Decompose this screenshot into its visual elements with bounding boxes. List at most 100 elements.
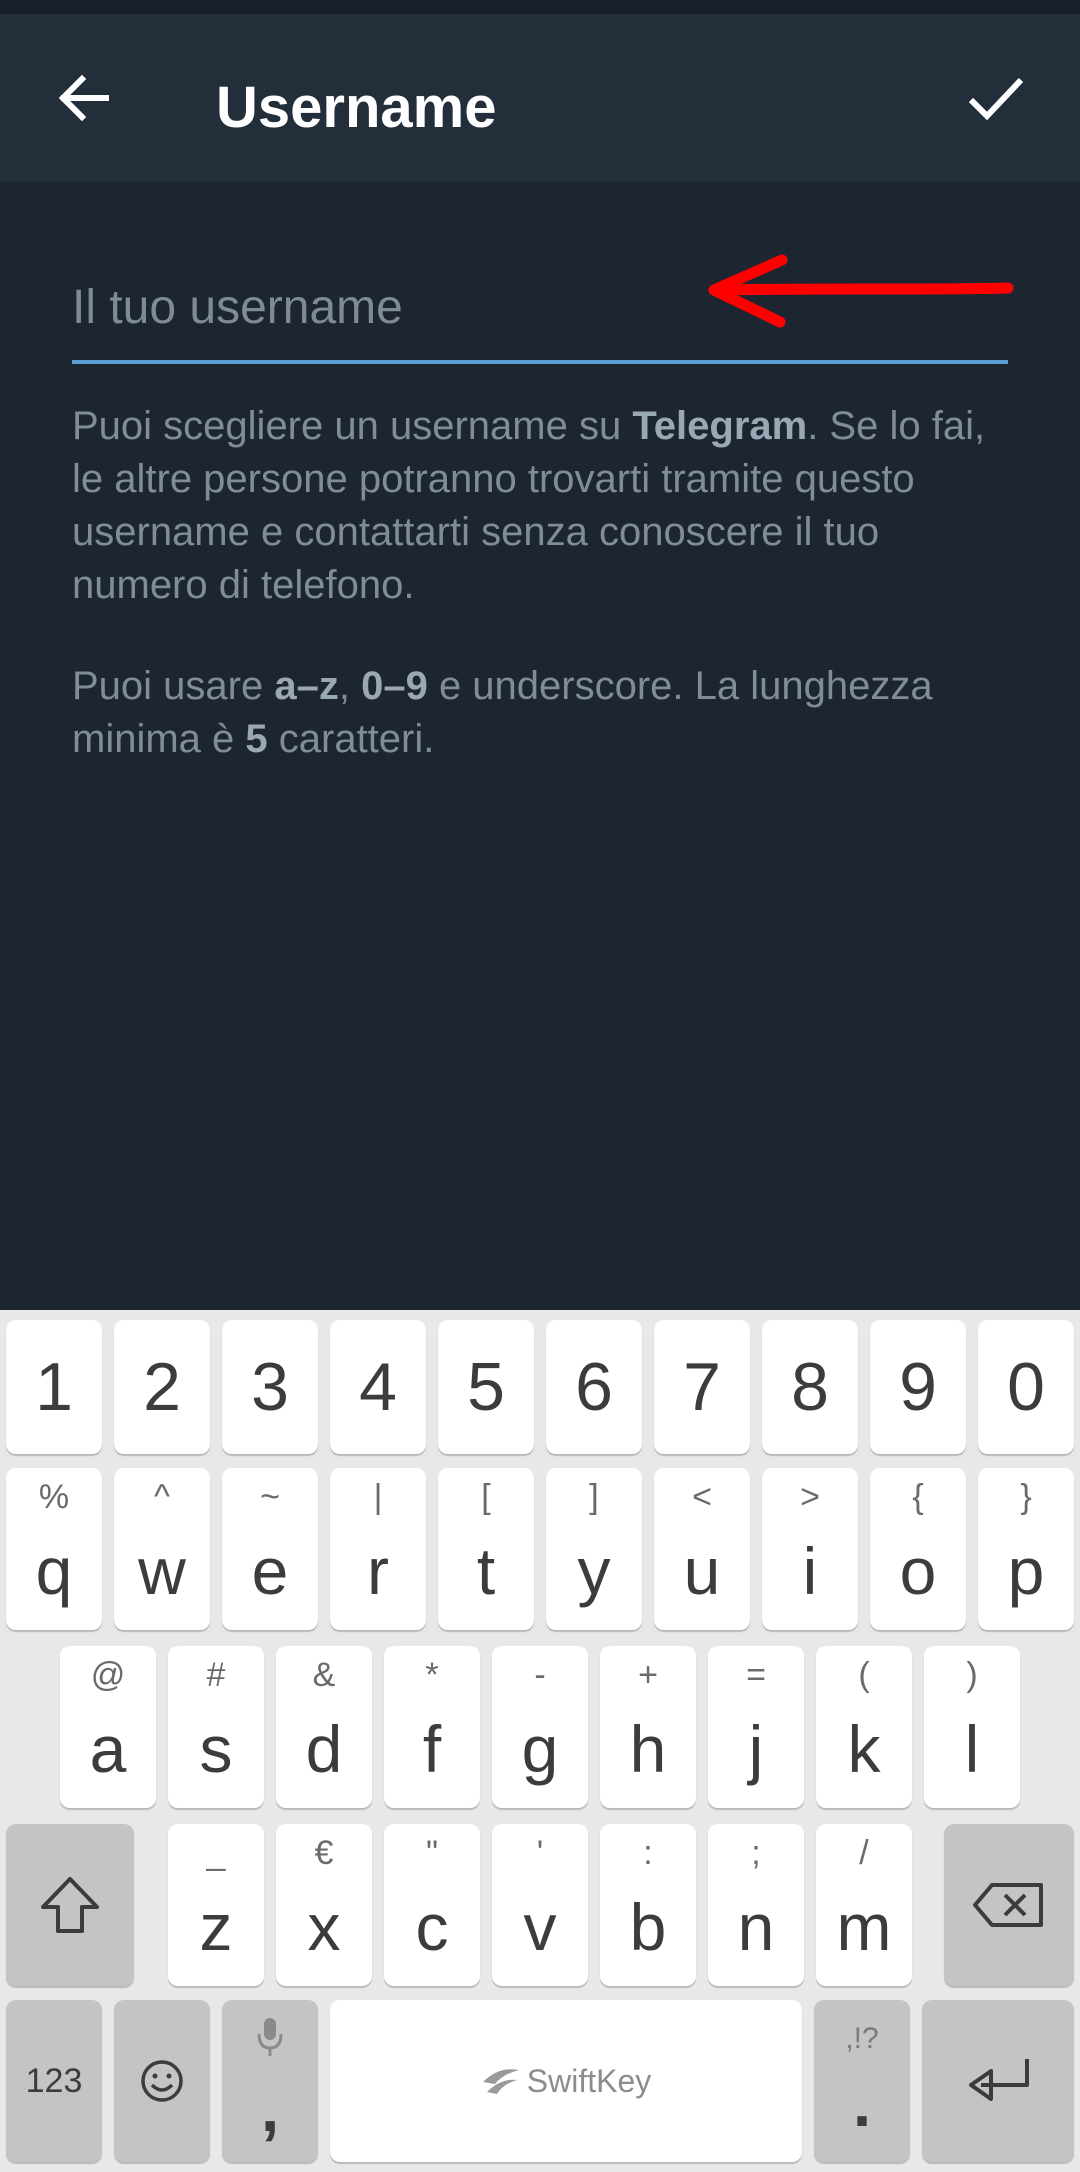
key-0[interactable]: 0: [978, 1320, 1074, 1454]
status-bar: [0, 0, 1080, 14]
key-a[interactable]: @ a: [60, 1646, 156, 1808]
key-f[interactable]: * f: [384, 1646, 480, 1808]
key-x[interactable]: € x: [276, 1824, 372, 1986]
key-label: p: [1007, 1534, 1045, 1608]
key-label: a: [89, 1712, 127, 1786]
key-2[interactable]: 2: [114, 1320, 210, 1454]
key-alt-label: &: [312, 1656, 336, 1694]
key-5[interactable]: 5: [438, 1320, 534, 1454]
key-label: j: [748, 1712, 764, 1786]
key-k[interactable]: (k: [816, 1646, 912, 1808]
key-d[interactable]: & d: [276, 1646, 372, 1808]
key-m[interactable]: / m: [816, 1824, 912, 1986]
back-button[interactable]: [44, 58, 124, 138]
backspace-icon: [973, 1883, 1043, 1927]
key-b[interactable]: :b: [600, 1824, 696, 1986]
key-label: e: [251, 1534, 289, 1608]
key-alt-label: ~: [260, 1478, 280, 1516]
key-alt-label: ,!?: [845, 2022, 879, 2055]
key-label: 8: [791, 1349, 829, 1425]
key-g[interactable]: -g: [492, 1646, 588, 1808]
key-label: h: [629, 1712, 667, 1786]
app-bar: Username: [0, 14, 1080, 182]
key-label: y: [577, 1534, 611, 1608]
key-label: u: [683, 1534, 721, 1608]
red-arrow-annotation: [708, 254, 1014, 328]
key-alt-label: *: [425, 1656, 439, 1694]
key-z[interactable]: _ z: [168, 1824, 264, 1986]
key-alt-label: _: [206, 1834, 226, 1872]
key-label: 0: [1007, 1349, 1045, 1425]
key-label: 3: [251, 1349, 289, 1425]
period-key[interactable]: ,!? .: [814, 2000, 910, 2162]
key-t[interactable]: [t: [438, 1468, 534, 1630]
key-label: w: [138, 1534, 186, 1608]
key-r[interactable]: | r: [330, 1468, 426, 1630]
key-label: 123: [25, 2061, 83, 2100]
key-label: t: [476, 1534, 496, 1608]
key-8[interactable]: 8: [762, 1320, 858, 1454]
shift-key[interactable]: [6, 1824, 134, 1986]
key-label: ,: [260, 2071, 280, 2145]
space-key[interactable]: SwiftKey: [330, 2000, 802, 2162]
key-alt-label: ;: [751, 1834, 761, 1872]
key-label: 6: [575, 1349, 613, 1425]
key-7[interactable]: 7: [654, 1320, 750, 1454]
key-l[interactable]: ) l: [924, 1646, 1020, 1808]
key-label: o: [899, 1534, 937, 1608]
emoji-key[interactable]: [114, 2000, 210, 2162]
help-text-part: caratteri.: [267, 717, 435, 761]
key-y[interactable]: ] y: [546, 1468, 642, 1630]
key-alt-label: ': [536, 1834, 544, 1872]
input-underline: [72, 360, 1008, 364]
comma-key[interactable]: ,: [222, 2000, 318, 2162]
backspace-key[interactable]: [944, 1824, 1074, 1986]
enter-key[interactable]: [922, 2000, 1074, 2162]
microphone-icon: [257, 2018, 283, 2056]
key-alt-label: (: [858, 1656, 870, 1694]
key-label: 7: [683, 1349, 721, 1425]
key-1[interactable]: 1: [6, 1320, 102, 1454]
key-6[interactable]: 6: [546, 1320, 642, 1454]
key-v[interactable]: ' v: [492, 1824, 588, 1986]
key-label: 1: [35, 1349, 73, 1425]
key-label: k: [847, 1712, 881, 1786]
key-j[interactable]: = j: [708, 1646, 804, 1808]
numbers-key[interactable]: 123: [6, 2000, 102, 2162]
key-9[interactable]: 9: [870, 1320, 966, 1454]
key-o[interactable]: {o: [870, 1468, 966, 1630]
key-alt-label: <: [692, 1478, 712, 1516]
key-3[interactable]: 3: [222, 1320, 318, 1454]
key-e[interactable]: ~ e: [222, 1468, 318, 1630]
done-button[interactable]: [956, 58, 1036, 138]
key-label: z: [199, 1890, 233, 1964]
key-c[interactable]: " c: [384, 1824, 480, 1986]
keyboard: 1 2 3 4 5 6 7 8 9 0 % q ^ w ~ e | r [t ] y < u…: [0, 1310, 1080, 2172]
key-label: x: [307, 1890, 341, 1964]
help-text-az: a–z: [274, 664, 339, 708]
key-alt-label: {: [912, 1478, 924, 1516]
arrow-left-icon: [58, 74, 109, 122]
key-label: 9: [899, 1349, 937, 1425]
key-alt-label: ^: [154, 1478, 170, 1516]
key-label: .: [852, 2066, 872, 2140]
key-alt-label: =: [746, 1656, 766, 1694]
key-label: 5: [467, 1349, 505, 1425]
swiftkey-brand-label: SwiftKey: [526, 2062, 652, 2099]
key-h[interactable]: + h: [600, 1646, 696, 1808]
key-n[interactable]: ; n: [708, 1824, 804, 1986]
key-label: q: [35, 1534, 73, 1608]
swiftkey-logo-icon: [482, 2069, 519, 2094]
key-s[interactable]: # s: [168, 1646, 264, 1808]
key-label: b: [629, 1890, 667, 1964]
help-text-min-length: 5: [245, 717, 268, 761]
key-w[interactable]: ^ w: [114, 1468, 210, 1630]
key-u[interactable]: < u: [654, 1468, 750, 1630]
key-q[interactable]: % q: [6, 1468, 102, 1630]
key-p[interactable]: } p: [978, 1468, 1074, 1630]
key-label: 4: [359, 1349, 397, 1425]
key-i[interactable]: > i: [762, 1468, 858, 1630]
key-label: r: [367, 1534, 389, 1608]
key-4[interactable]: 4: [330, 1320, 426, 1454]
content-area: Puoi scegliere un username su Telegram. …: [0, 182, 1080, 1310]
